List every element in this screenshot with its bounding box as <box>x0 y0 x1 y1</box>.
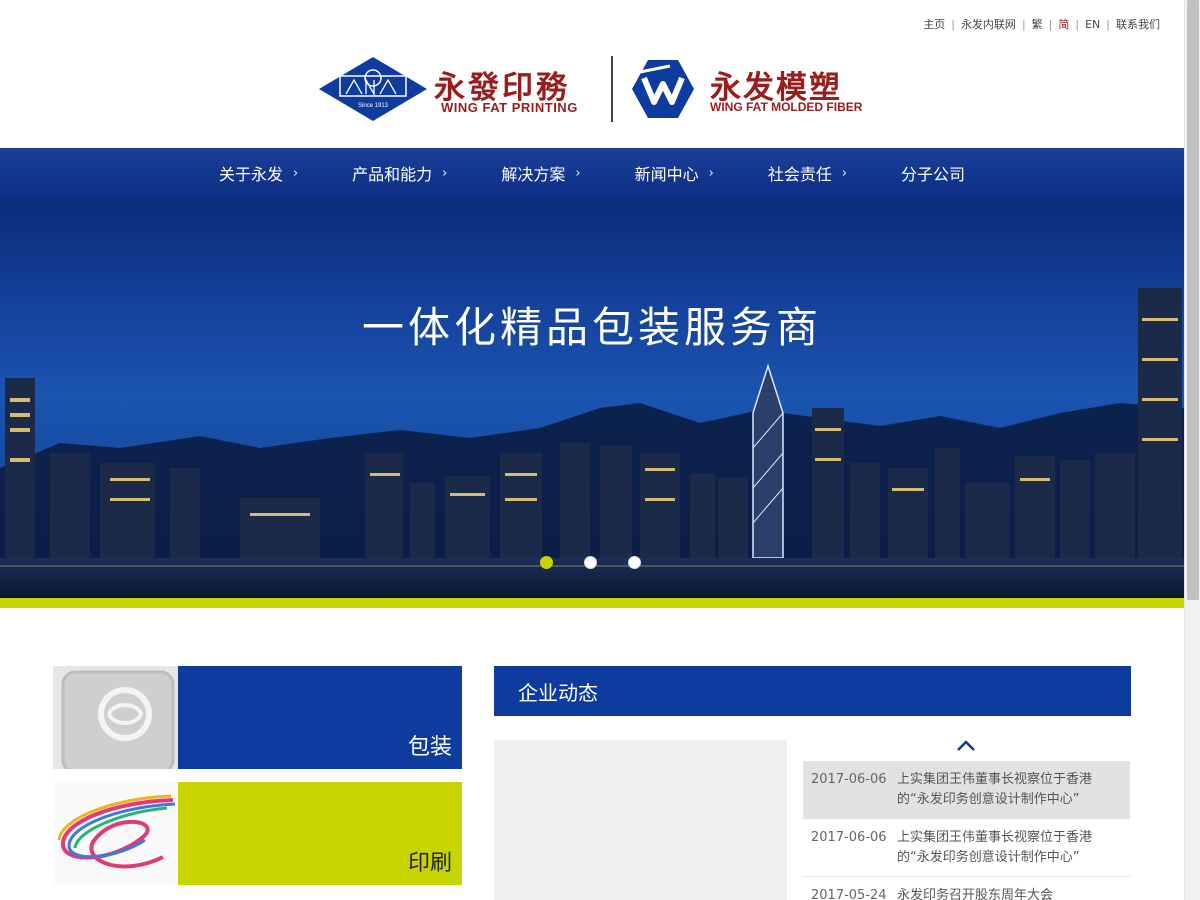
news-item[interactable]: 2017-06-06 上实集团王伟董事长视察位于香港的“永发印务创意设计制作中心… <box>803 761 1130 819</box>
nav-item-about[interactable]: 关于永发 › <box>192 161 325 185</box>
divider: | <box>951 17 955 31</box>
packaging-image <box>53 666 178 769</box>
packaging-panel: 包装 <box>178 666 462 769</box>
news-list: 2017-06-06 上实集团王伟董事长视察位于香港的“永发印务创意设计制作中心… <box>803 761 1130 900</box>
logo-area: Since 1913 永發印務 WING FAT PRINTING 永发模塑 W… <box>318 54 878 124</box>
logo-divider <box>611 56 613 122</box>
printing-panel: 印刷 <box>178 782 462 885</box>
wing-fat-printing-en: WING FAT PRINTING <box>441 100 578 115</box>
news-item[interactable]: 2017-06-06 上实集团王伟董事长视察位于香港的“永发印务创意设计制作中心… <box>803 819 1130 877</box>
nav-item-subsidiaries[interactable]: 分子公司 <box>874 161 992 185</box>
carousel-dot-2[interactable] <box>584 556 597 569</box>
nav-item-label: 产品和能力 <box>352 165 433 184</box>
nav-item-label: 分子公司 <box>901 165 966 184</box>
packaging-tile[interactable]: 包装 <box>53 666 462 769</box>
nav-item-products[interactable]: 产品和能力 › <box>325 161 474 185</box>
chevron-right-icon: › <box>292 165 299 181</box>
divider: | <box>1106 17 1110 31</box>
divider: | <box>1075 17 1080 31</box>
printing-image <box>53 782 178 885</box>
traditional-chinese-link[interactable]: 繁 <box>1032 16 1043 32</box>
divider: | <box>1048 17 1053 31</box>
news-date: 2017-05-24 <box>811 888 887 900</box>
nav-item-solutions[interactable]: 解决方案 › <box>474 161 607 185</box>
page-scrollbar[interactable] <box>1184 0 1200 900</box>
carousel-dot-3[interactable] <box>628 556 641 569</box>
city-skyline-image <box>0 288 1184 598</box>
printing-label: 印刷 <box>407 851 452 876</box>
carousel-dot-1[interactable] <box>540 556 553 569</box>
banner-title: 一体化精品包装服务商 <box>361 303 822 352</box>
packaging-label: 包装 <box>407 735 452 760</box>
news-date: 2017-06-06 <box>811 830 887 845</box>
hero-banner[interactable]: 一体化精品包装服务商 <box>0 198 1184 598</box>
nav-item-label: 解决方案 <box>501 165 566 184</box>
news-date: 2017-06-06 <box>811 772 887 787</box>
since-text: Since 1913 <box>358 103 389 109</box>
main-nav: 关于永发 › 产品和能力 › 解决方案 › 新闻中心 › 社会责任 › 分子公司 <box>0 148 1184 198</box>
molded-fiber-en: WING FAT MOLDED FIBER <box>710 100 863 114</box>
chevron-up-icon[interactable] <box>955 736 977 754</box>
carousel-dots <box>540 556 641 569</box>
nav-item-news[interactable]: 新闻中心 › <box>608 161 741 185</box>
news-title: 上实集团王伟董事长视察位于香港的“永发印务创意设计制作中心” <box>897 772 1093 807</box>
divider: | <box>1021 17 1026 31</box>
nav-item-csr[interactable]: 社会责任 › <box>741 161 874 185</box>
news-image-placeholder <box>494 740 787 900</box>
contact-link[interactable]: 联系我们 <box>1116 16 1160 32</box>
news-item[interactable]: 2017-05-24 永发印务召开股东周年大会 <box>803 877 1130 900</box>
home-link[interactable]: 主页 <box>923 16 945 32</box>
printing-tile[interactable]: 印刷 <box>53 782 462 885</box>
news-title: 永发印务召开股东周年大会 <box>897 888 1054 900</box>
wing-fat-molded-fiber-logo-icon[interactable] <box>630 58 696 120</box>
chevron-right-icon: › <box>442 165 448 181</box>
nav-item-label: 关于永发 <box>218 165 283 184</box>
nav-item-label: 社会责任 <box>767 165 832 184</box>
simplified-chinese-link[interactable]: 简 <box>1058 16 1069 32</box>
chevron-right-icon: › <box>708 165 714 181</box>
intranet-link[interactable]: 永发内联网 <box>961 16 1016 32</box>
nav-item-label: 新闻中心 <box>634 165 699 184</box>
scrollbar-thumb[interactable] <box>1187 0 1199 600</box>
english-link[interactable]: EN <box>1085 18 1100 31</box>
top-utility-links: 主页 | 永发内联网 | 繁 | 简 | EN | 联系我们 <box>923 16 1160 32</box>
accent-bar <box>0 598 1184 608</box>
news-section-header: 企业动态 <box>494 666 1131 716</box>
chevron-right-icon: › <box>841 165 848 181</box>
wing-fat-printing-logo-icon[interactable]: Since 1913 <box>318 56 428 122</box>
chevron-right-icon: › <box>575 165 581 181</box>
news-title: 上实集团王伟董事长视察位于香港的“永发印务创意设计制作中心” <box>897 830 1093 865</box>
